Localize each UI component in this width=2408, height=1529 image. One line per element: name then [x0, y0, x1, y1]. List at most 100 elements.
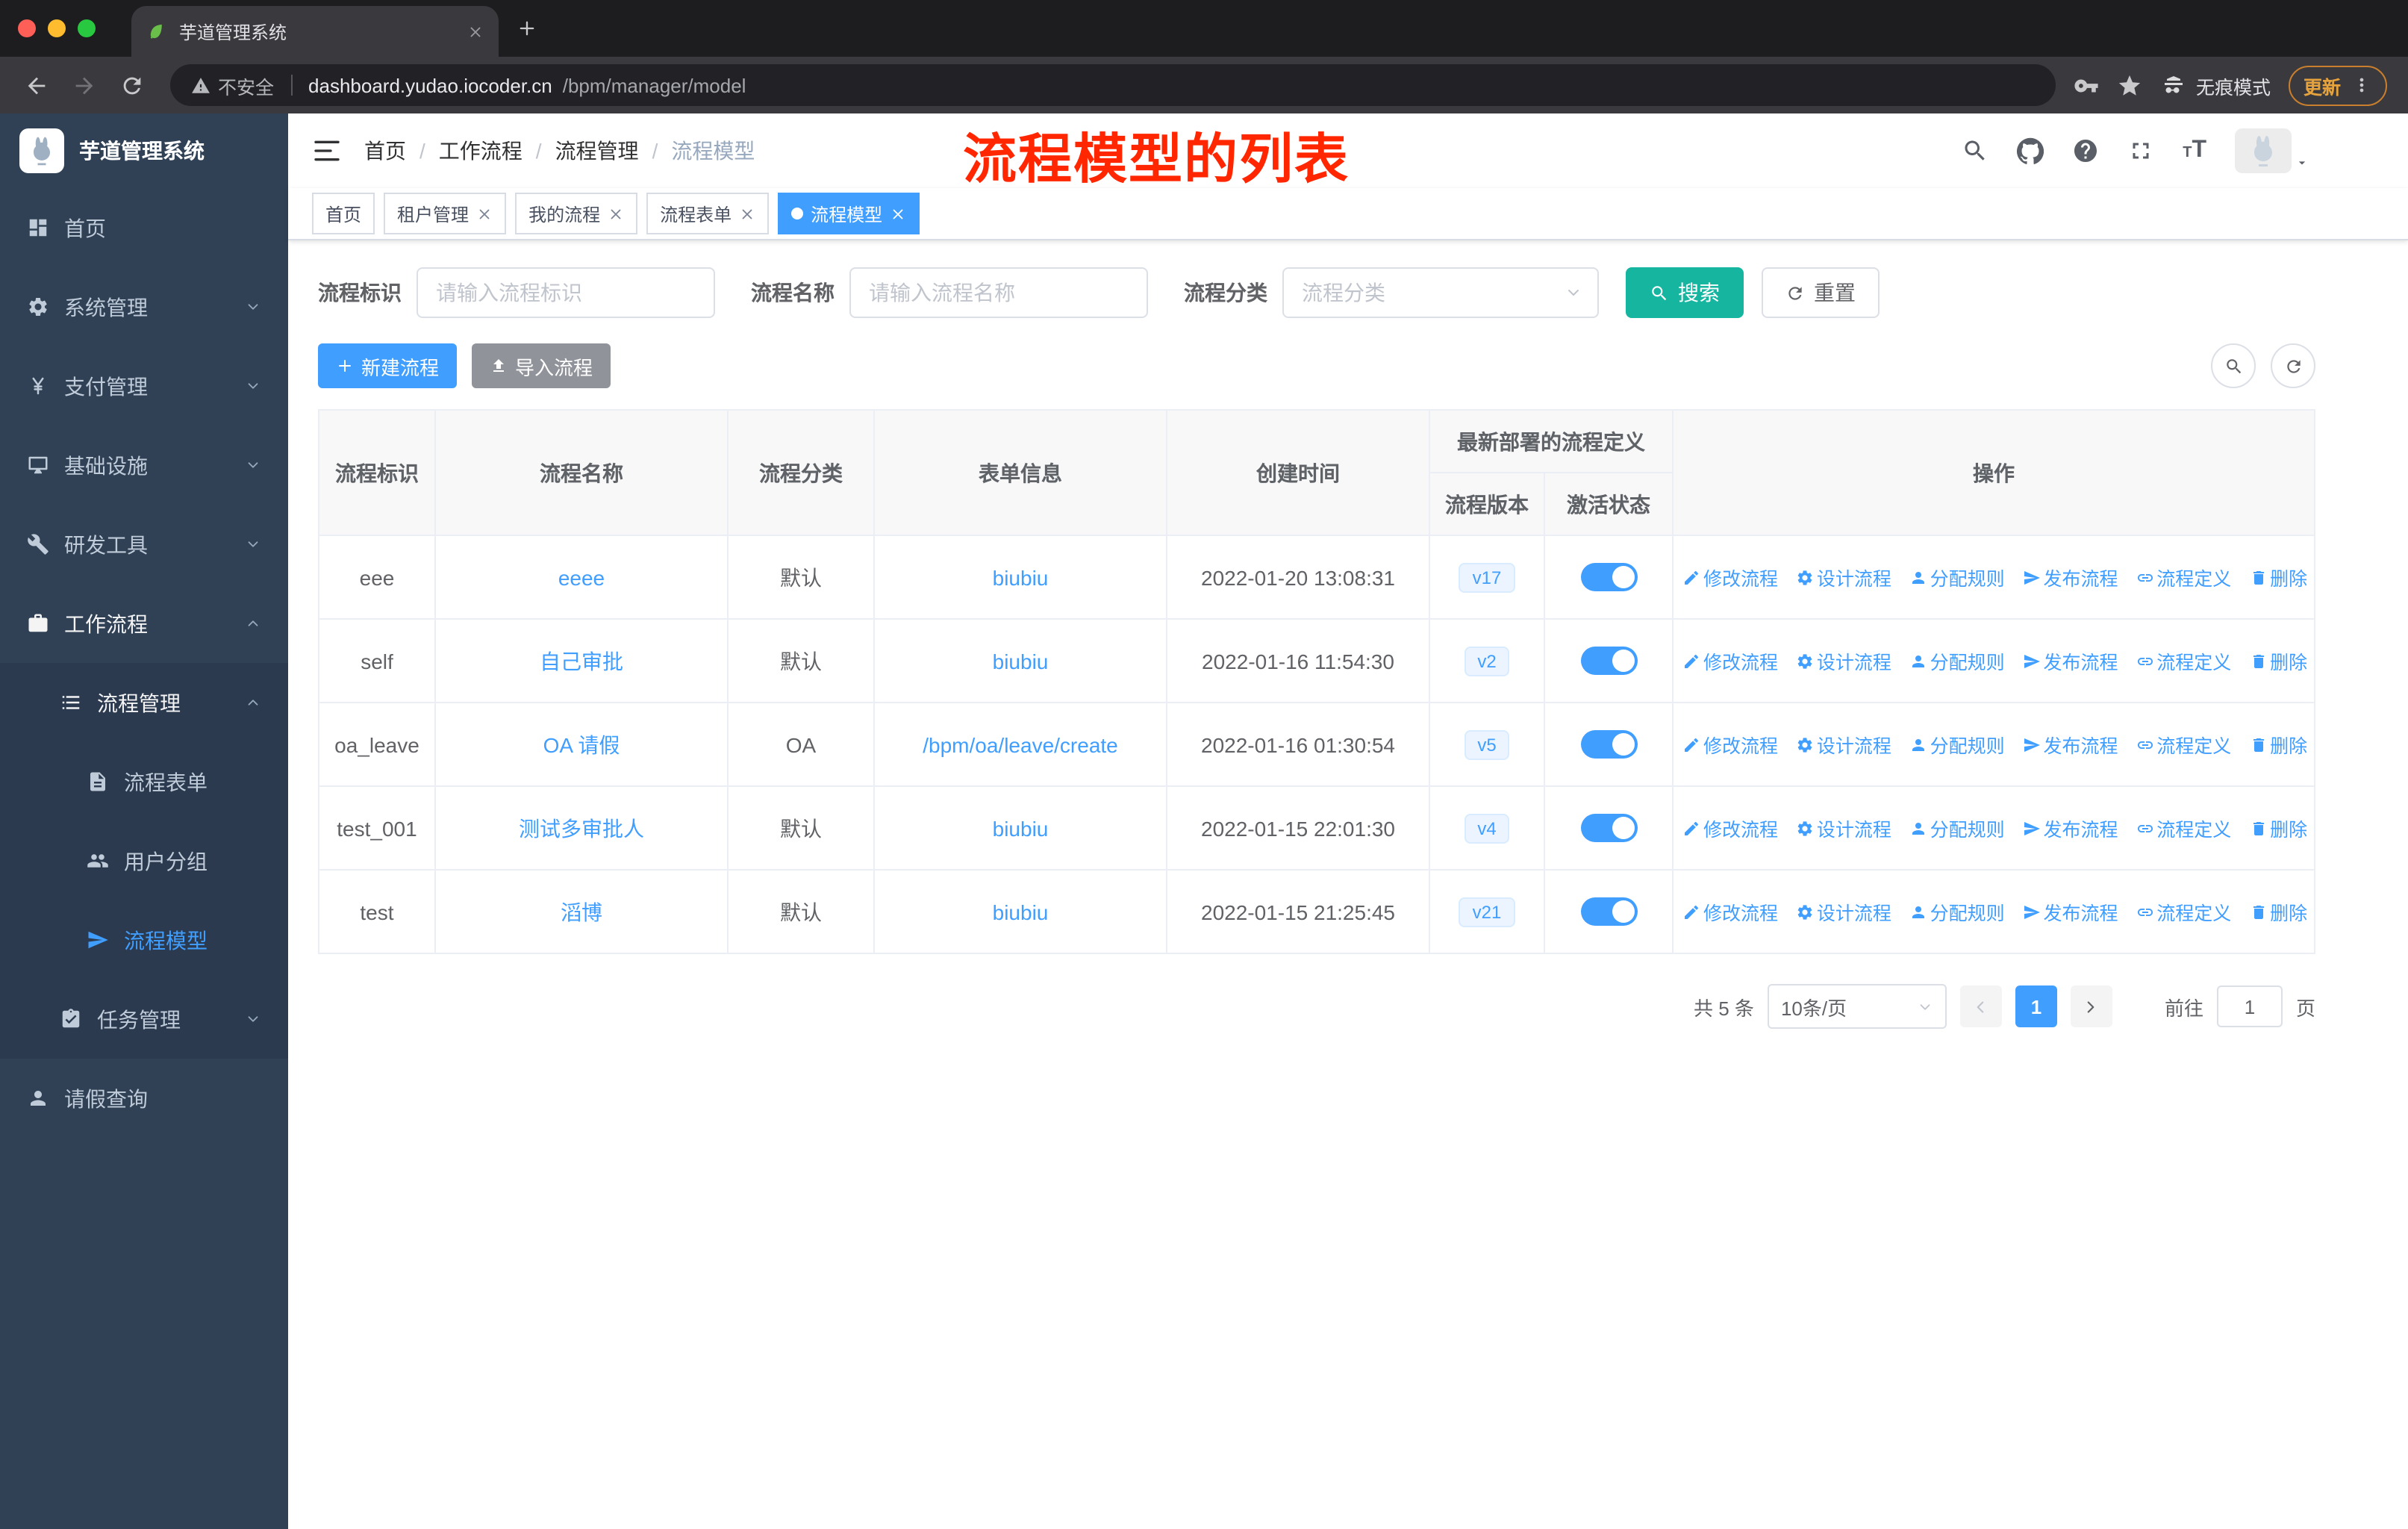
- next-page-button[interactable]: [2070, 985, 2112, 1027]
- kebab-menu-icon[interactable]: [2351, 75, 2372, 96]
- process-category-select[interactable]: 流程分类: [1282, 267, 1599, 318]
- sidebar-item-task-management[interactable]: 任务管理: [0, 980, 288, 1059]
- breadcrumb-item[interactable]: 流程管理: [536, 136, 639, 166]
- active-toggle[interactable]: [1580, 730, 1637, 759]
- bookmark-star-icon[interactable]: [2117, 72, 2142, 98]
- delete-action[interactable]: 删除: [2249, 563, 2307, 591]
- address-bar[interactable]: 不安全 dashboard.yudao.iocoder.cn /bpm/mana…: [170, 64, 2056, 106]
- minimize-window-button[interactable]: [48, 19, 66, 37]
- active-toggle[interactable]: [1580, 563, 1637, 591]
- sidebar-item-leave-query[interactable]: 请假查询: [0, 1059, 288, 1138]
- process-name-link[interactable]: 滔博: [561, 900, 602, 924]
- tag-tenant[interactable]: 租户管理: [384, 193, 507, 234]
- avatar[interactable]: [2235, 128, 2292, 173]
- assign-rule-action[interactable]: 分配规则: [1909, 897, 2005, 926]
- edit-process-action[interactable]: 修改流程: [1682, 897, 1778, 926]
- tab-close-icon[interactable]: [467, 23, 484, 40]
- close-icon[interactable]: [476, 205, 493, 222]
- form-info-link[interactable]: biubiu: [993, 649, 1049, 673]
- process-name-link[interactable]: 自己审批: [540, 649, 623, 673]
- sidebar-item-process-model[interactable]: 流程模型: [0, 900, 288, 980]
- active-toggle[interactable]: [1580, 814, 1637, 842]
- sidebar-item-process-management[interactable]: 流程管理: [0, 663, 288, 742]
- process-definition-action[interactable]: 流程定义: [2136, 730, 2231, 759]
- reset-button[interactable]: 重置: [1762, 267, 1880, 318]
- github-icon[interactable]: [2017, 137, 2044, 164]
- version-badge[interactable]: v17: [1459, 562, 1515, 592]
- site-security-chip[interactable]: 不安全: [191, 71, 274, 99]
- form-info-link[interactable]: biubiu: [993, 816, 1049, 840]
- breadcrumb-item[interactable]: 工作流程: [419, 136, 523, 166]
- hamburger-menu-icon[interactable]: [312, 136, 342, 166]
- design-process-action[interactable]: 设计流程: [1796, 814, 1891, 842]
- assign-rule-action[interactable]: 分配规则: [1909, 647, 2005, 675]
- delete-action[interactable]: 删除: [2249, 647, 2307, 675]
- design-process-action[interactable]: 设计流程: [1796, 897, 1891, 926]
- process-name-link[interactable]: OA 请假: [543, 732, 620, 756]
- prev-page-button[interactable]: [1959, 985, 2002, 1027]
- sidebar-item-dev-tools[interactable]: 研发工具: [0, 505, 288, 584]
- version-badge[interactable]: v4: [1464, 813, 1510, 843]
- process-definition-action[interactable]: 流程定义: [2136, 647, 2231, 675]
- close-icon[interactable]: [608, 205, 624, 222]
- form-info-link[interactable]: biubiu: [993, 900, 1049, 924]
- publish-process-action[interactable]: 发布流程: [2022, 730, 2118, 759]
- sidebar-item-home[interactable]: 首页: [0, 188, 288, 267]
- process-name-input[interactable]: [849, 267, 1148, 318]
- tag-home[interactable]: 首页: [312, 193, 375, 234]
- design-process-action[interactable]: 设计流程: [1796, 647, 1891, 675]
- tag-my-process[interactable]: 我的流程: [515, 193, 638, 234]
- publish-process-action[interactable]: 发布流程: [2022, 563, 2118, 591]
- process-name-link[interactable]: eeee: [558, 565, 605, 589]
- fullscreen-icon[interactable]: [2127, 137, 2154, 164]
- active-toggle[interactable]: [1580, 897, 1637, 926]
- browser-update-button[interactable]: 更新: [2288, 65, 2387, 105]
- form-info-link[interactable]: biubiu: [993, 565, 1049, 589]
- refresh-table-button[interactable]: [2271, 343, 2315, 388]
- assign-rule-action[interactable]: 分配规则: [1909, 563, 2005, 591]
- browser-forward-button[interactable]: [63, 64, 105, 106]
- active-toggle[interactable]: [1580, 647, 1637, 675]
- process-definition-action[interactable]: 流程定义: [2136, 814, 2231, 842]
- page-jump-input[interactable]: [2216, 985, 2283, 1027]
- version-badge[interactable]: v21: [1459, 897, 1515, 927]
- assign-rule-action[interactable]: 分配规则: [1909, 730, 2005, 759]
- tag-process-model[interactable]: 流程模型: [778, 193, 920, 234]
- sidebar-item-workflow[interactable]: 工作流程: [0, 584, 288, 663]
- close-icon[interactable]: [890, 205, 906, 222]
- process-definition-action[interactable]: 流程定义: [2136, 563, 2231, 591]
- create-process-button[interactable]: 新建流程: [318, 343, 458, 388]
- process-id-input[interactable]: [417, 267, 715, 318]
- delete-action[interactable]: 删除: [2249, 814, 2307, 842]
- sidebar-item-user-group[interactable]: 用户分组: [0, 821, 288, 900]
- edit-process-action[interactable]: 修改流程: [1682, 730, 1778, 759]
- design-process-action[interactable]: 设计流程: [1796, 563, 1891, 591]
- search-button[interactable]: 搜索: [1626, 267, 1744, 318]
- edit-process-action[interactable]: 修改流程: [1682, 647, 1778, 675]
- browser-tab[interactable]: 芋道管理系统: [131, 6, 499, 57]
- sidebar-item-system[interactable]: 系统管理: [0, 267, 288, 346]
- delete-action[interactable]: 删除: [2249, 730, 2307, 759]
- browser-back-button[interactable]: [15, 64, 57, 106]
- tag-process-form[interactable]: 流程表单: [646, 193, 770, 234]
- import-process-button[interactable]: 导入流程: [472, 343, 611, 388]
- process-name-link[interactable]: 测试多审批人: [519, 816, 644, 840]
- close-window-button[interactable]: [18, 19, 36, 37]
- delete-action[interactable]: 删除: [2249, 897, 2307, 926]
- assign-rule-action[interactable]: 分配规则: [1909, 814, 2005, 842]
- toggle-search-button[interactable]: [2211, 343, 2256, 388]
- publish-process-action[interactable]: 发布流程: [2022, 647, 2118, 675]
- publish-process-action[interactable]: 发布流程: [2022, 897, 2118, 926]
- search-icon[interactable]: [1962, 137, 1989, 164]
- close-icon[interactable]: [739, 205, 755, 222]
- sidebar-item-infrastructure[interactable]: 基础设施: [0, 426, 288, 505]
- version-badge[interactable]: v5: [1464, 729, 1510, 759]
- breadcrumb-item[interactable]: 首页: [364, 136, 406, 166]
- new-tab-button[interactable]: [508, 9, 546, 48]
- current-page-button[interactable]: 1: [2015, 985, 2057, 1027]
- publish-process-action[interactable]: 发布流程: [2022, 814, 2118, 842]
- app-logo[interactable]: 芋道管理系统: [0, 113, 288, 188]
- edit-process-action[interactable]: 修改流程: [1682, 563, 1778, 591]
- maximize-window-button[interactable]: [78, 19, 96, 37]
- process-definition-action[interactable]: 流程定义: [2136, 897, 2231, 926]
